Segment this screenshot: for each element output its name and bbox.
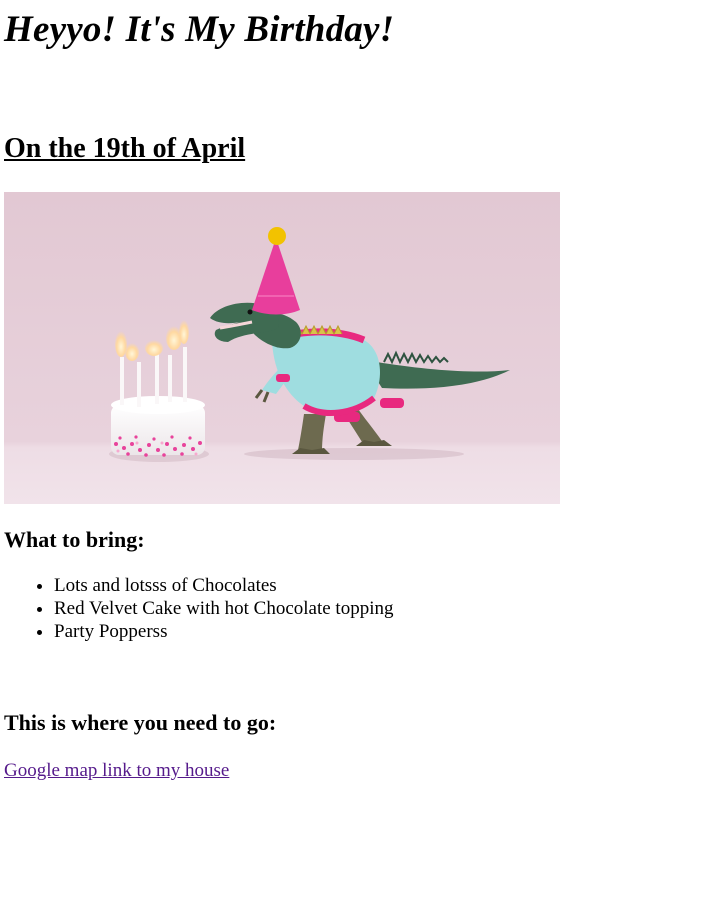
bring-list: Lots and lotsss of Chocolates Red Velvet… (4, 574, 713, 643)
page: Heyyo! It's My Birthday! On the 19th of … (0, 0, 717, 782)
date-heading: On the 19th of April (4, 133, 246, 164)
list-item: Red Velvet Cake with hot Chocolate toppi… (54, 597, 713, 620)
dinosaur-birthday-image (4, 192, 560, 504)
list-item: Lots and lotsss of Chocolates (54, 574, 713, 597)
directions-heading: This is where you need to go: (4, 710, 277, 735)
page-title: Heyyo! It's My Birthday! (4, 9, 395, 50)
list-item: Party Popperss (54, 620, 713, 643)
bring-heading: What to bring: (4, 527, 145, 552)
map-link[interactable]: Google map link to my house (4, 759, 229, 782)
